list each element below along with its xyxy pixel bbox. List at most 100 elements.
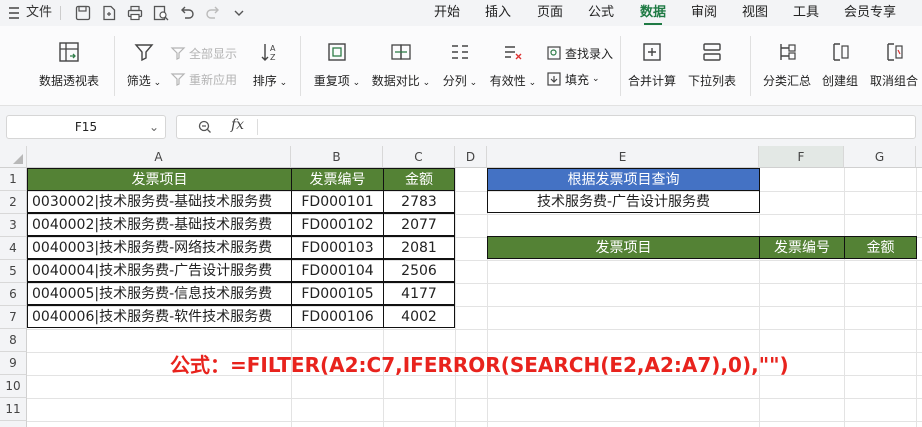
reapply-button[interactable]: 重新应用: [170, 68, 237, 90]
pivot-table-button[interactable]: 数据透视表: [34, 40, 104, 89]
tab-home[interactable]: 开始: [434, 0, 460, 26]
tab-view[interactable]: 视图: [742, 0, 768, 26]
result-header-item[interactable]: 发票项目: [487, 236, 760, 259]
query-title[interactable]: 根据发票项目查询: [487, 168, 760, 191]
fx-icon[interactable]: fx: [231, 117, 244, 133]
row-header-7[interactable]: 7: [0, 306, 27, 329]
subtotal-button[interactable]: 分类汇总: [760, 40, 814, 89]
find-entry-label: 查找录入: [565, 46, 614, 61]
table-cell-amount[interactable]: 2783: [383, 190, 455, 213]
column-header-b[interactable]: B: [291, 146, 383, 168]
table-cell-item[interactable]: 0040005|技术服务费-信息技术服务费: [27, 282, 292, 305]
print-icon[interactable]: [126, 4, 144, 22]
table-header-amount[interactable]: 金额: [383, 168, 455, 191]
table-cell-number[interactable]: FD000102: [291, 213, 384, 236]
table-cell-number[interactable]: FD000104: [291, 259, 384, 282]
select-all-corner[interactable]: [0, 146, 27, 168]
consolidate-button[interactable]: 合并计算: [626, 40, 678, 89]
tab-member[interactable]: 会员专享: [844, 0, 896, 26]
table-cell-item[interactable]: 0040002|技术服务费-基础技术服务费: [27, 213, 292, 236]
show-all-button[interactable]: 全部显示: [170, 42, 237, 64]
dropdown-list-button[interactable]: 下拉列表: [686, 40, 738, 89]
sort-icon: AZ: [261, 44, 276, 62]
row-header-5[interactable]: 5: [0, 260, 27, 283]
chevron-down-icon[interactable]: [230, 4, 248, 22]
tab-tools[interactable]: 工具: [793, 0, 819, 26]
column-header-a[interactable]: A: [27, 146, 291, 168]
print-preview-icon[interactable]: [152, 4, 170, 22]
table-cell-number[interactable]: FD000103: [291, 236, 384, 259]
ungroup-button[interactable]: 取消组合: [868, 40, 920, 89]
tab-page[interactable]: 页面: [537, 0, 563, 26]
row-header-11[interactable]: 11: [0, 398, 27, 421]
row-header-10[interactable]: 10: [0, 375, 27, 398]
result-header-amount[interactable]: 金额: [844, 236, 917, 259]
zoom-icon[interactable]: [197, 119, 213, 135]
table-cell-item[interactable]: 0040004|技术服务费-广告设计服务费: [27, 259, 292, 282]
row-header-1[interactable]: 1: [0, 168, 27, 191]
create-group-button[interactable]: 创建组: [818, 40, 862, 89]
chevron-down-icon[interactable]: ⌄: [149, 116, 159, 138]
table-cell-amount[interactable]: 4177: [383, 282, 455, 305]
tab-review[interactable]: 审阅: [691, 0, 717, 26]
tab-data[interactable]: 数据: [640, 0, 666, 26]
formula-bar: F15 ⌄ fx: [0, 106, 922, 146]
data-compare-button[interactable]: 数据对比 ⌄: [368, 40, 434, 89]
find-entry-button[interactable]: 查找录入: [546, 42, 613, 64]
column-header-g[interactable]: G: [844, 146, 916, 168]
validity-button[interactable]: 有效性 ⌄: [486, 40, 540, 89]
table-header-number[interactable]: 发票编号: [291, 168, 384, 191]
fill-button[interactable]: 填充 ⌄: [546, 68, 600, 90]
consolidate-icon: [643, 43, 661, 61]
row-header-9[interactable]: 9: [0, 352, 27, 375]
hamburger-icon[interactable]: [8, 0, 20, 26]
consolidate-label: 合并计算: [627, 74, 676, 88]
row-header-8[interactable]: 8: [0, 329, 27, 352]
row-header-3[interactable]: 3: [0, 214, 27, 237]
formula-input[interactable]: fx: [176, 115, 916, 139]
ungroup-label: 取消组合: [869, 74, 918, 88]
table-cell-number[interactable]: FD000105: [291, 282, 384, 305]
table-cell-item[interactable]: 0040003|技术服务费-网络技术服务费: [27, 236, 292, 259]
tab-formula[interactable]: 公式: [588, 0, 614, 26]
table-cell-number[interactable]: FD000106: [291, 305, 384, 328]
row-header-6[interactable]: 6: [0, 283, 27, 306]
menu-bar: 文件 开始 插入 页面 公式 数据 审阅 视图 工具 会员专享: [0, 0, 922, 26]
table-cell-amount[interactable]: 2081: [383, 236, 455, 259]
divider: [300, 36, 301, 96]
divider: [60, 6, 61, 20]
table-cell-item[interactable]: 0030002|技术服务费-基础技术服务费: [27, 190, 292, 213]
name-box[interactable]: F15 ⌄: [6, 115, 166, 139]
file-menu[interactable]: 文件: [26, 0, 52, 26]
save-icon[interactable]: [74, 4, 92, 22]
data-compare-label: 数据对比: [371, 74, 420, 88]
divider: [257, 119, 258, 135]
validity-label: 有效性: [489, 74, 526, 88]
row-header-4[interactable]: 4: [0, 237, 27, 260]
filter-button[interactable]: 筛选 ⌄: [122, 40, 166, 89]
query-input[interactable]: 技术服务费-广告设计服务费: [487, 190, 760, 213]
table-cell-amount[interactable]: 2506: [383, 259, 455, 282]
tab-insert[interactable]: 插入: [485, 0, 511, 26]
sort-button[interactable]: AZ 排序 ⌄: [250, 40, 290, 89]
column-header-d[interactable]: D: [455, 146, 487, 168]
column-header-f[interactable]: F: [759, 146, 844, 168]
redo-icon[interactable]: [204, 4, 222, 22]
table-cell-amount[interactable]: 2077: [383, 213, 455, 236]
gridline: [916, 168, 917, 427]
row-header-2[interactable]: 2: [0, 191, 27, 214]
column-header-c[interactable]: C: [383, 146, 455, 168]
duplicates-button[interactable]: 重复项 ⌄: [310, 40, 364, 89]
undo-icon[interactable]: [178, 4, 196, 22]
result-header-number[interactable]: 发票编号: [759, 236, 845, 259]
column-header-e[interactable]: E: [487, 146, 759, 168]
split-column-button[interactable]: 分列 ⌄: [438, 40, 482, 89]
table-cell-amount[interactable]: 4002: [383, 305, 455, 328]
ribbon: 数据透视表 筛选 ⌄ 全部显示 重新应用 AZ 排序 ⌄ 重复项 ⌄ 数据对比 …: [0, 26, 922, 106]
table-header-item[interactable]: 发票项目: [27, 168, 292, 191]
pivot-table-label: 数据透视表: [38, 74, 99, 88]
dropdown-list-icon: [703, 43, 721, 61]
table-cell-number[interactable]: FD000101: [291, 190, 384, 213]
table-cell-item[interactable]: 0040006|技术服务费-软件技术服务费: [27, 305, 292, 328]
export-pdf-icon[interactable]: [100, 4, 118, 22]
